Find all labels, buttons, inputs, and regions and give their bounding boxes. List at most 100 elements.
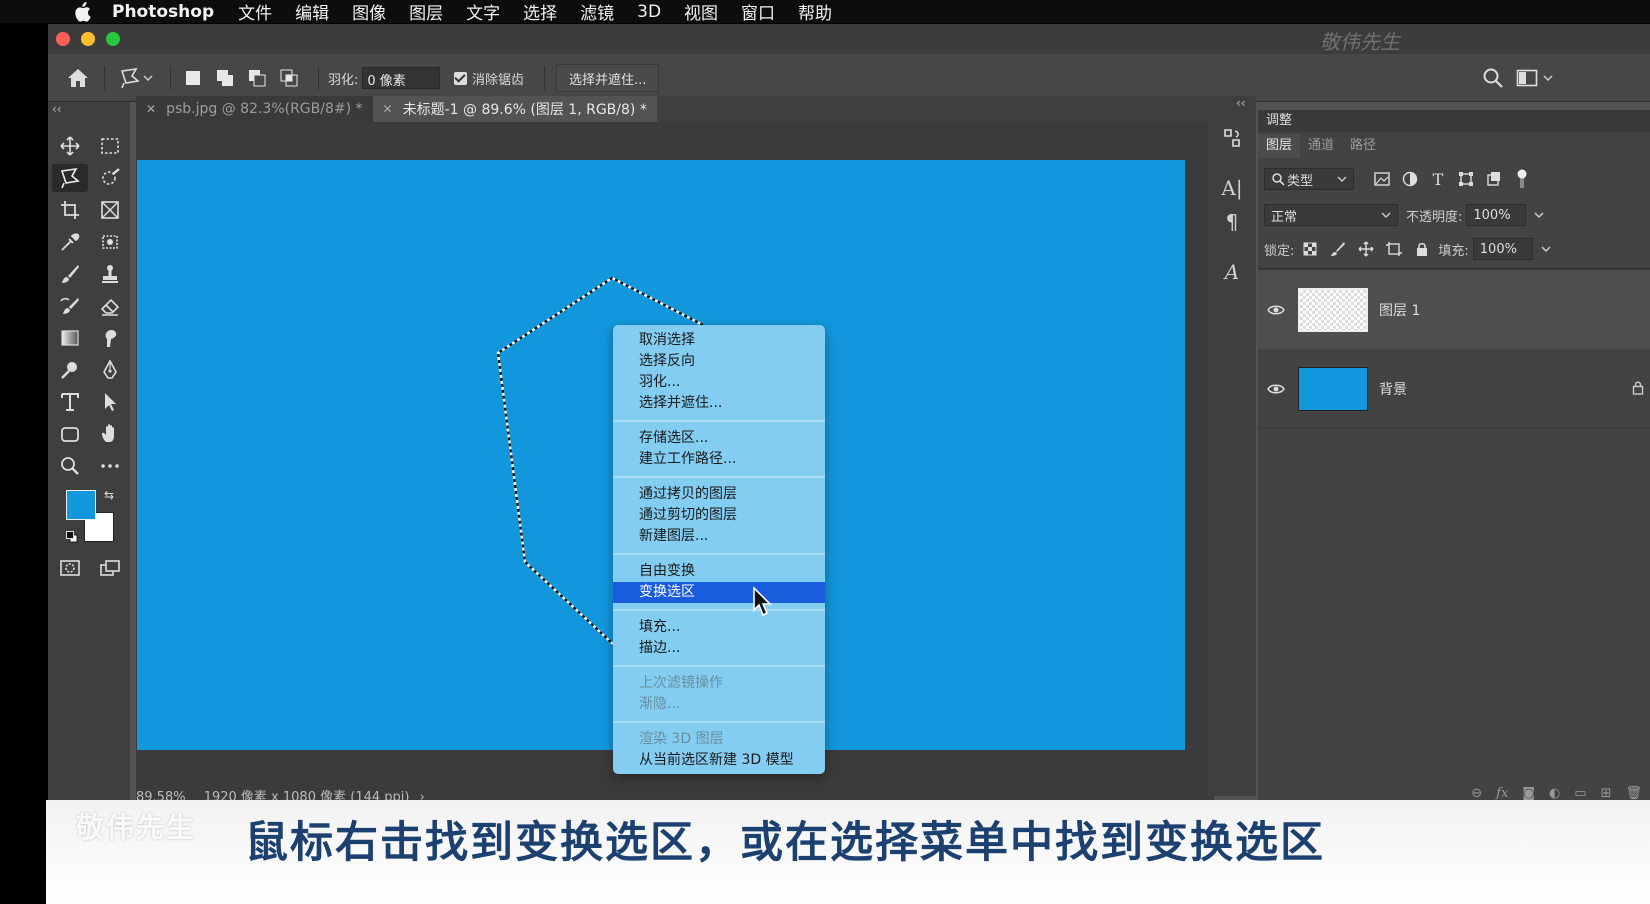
screen-mode-button[interactable] [92, 554, 128, 582]
new-selection-mode-button[interactable] [182, 67, 204, 89]
layer-thumbnail[interactable] [1298, 367, 1368, 411]
close-window-button[interactable] [56, 32, 70, 46]
visibility-eye-icon[interactable] [1258, 383, 1294, 395]
polygonal-lasso-tool[interactable] [52, 164, 88, 192]
close-tab-icon[interactable]: ✕ [383, 102, 393, 116]
add-mask-icon[interactable]: ◙ [1522, 786, 1535, 801]
swap-colors-icon[interactable]: ⇆ [104, 488, 114, 502]
collapse-toolbar-icon[interactable]: ‹‹ [52, 102, 62, 116]
path-selection-tool[interactable] [92, 388, 128, 416]
layer-thumbnail[interactable] [1298, 288, 1368, 332]
menu-item-fill[interactable]: 填充... [613, 617, 825, 638]
new-adjustment-icon[interactable]: ◐ [1549, 786, 1560, 801]
menu-item-save-selection[interactable]: 存储选区... [613, 428, 825, 449]
menu-filter[interactable]: 滤镜 [580, 0, 614, 24]
gradient-tool[interactable] [52, 324, 88, 352]
filter-adjustment-icon[interactable] [1400, 169, 1420, 189]
menu-edit[interactable]: 编辑 [295, 0, 329, 24]
rectangle-shape-tool[interactable] [52, 420, 88, 448]
menu-item-make-work-path[interactable]: 建立工作路径... [613, 449, 825, 470]
tab-untitled-1[interactable]: ✕ 未标题-1 @ 89.6% (图层 1, RGB/8) * [372, 96, 657, 122]
menu-item-new-3d-from-selection[interactable]: 从当前选区新建 3D 模型 [613, 750, 825, 771]
filter-shape-icon[interactable] [1456, 169, 1476, 189]
menu-file[interactable]: 文件 [238, 0, 272, 24]
type-tool[interactable] [52, 388, 88, 416]
layer-filter-select[interactable]: 类型 [1264, 168, 1354, 190]
menu-item-free-transform[interactable]: 自由变换 [613, 561, 825, 582]
filter-smart-object-icon[interactable] [1484, 169, 1504, 189]
smudge-tool[interactable] [92, 324, 128, 352]
pen-tool[interactable] [92, 356, 128, 384]
layer-row-layer-1[interactable]: 图层 1 [1258, 271, 1650, 349]
layer-name[interactable]: 图层 1 [1379, 300, 1420, 320]
adjustments-panel-header[interactable]: 调整 [1258, 110, 1650, 132]
menu-select[interactable]: 选择 [523, 0, 557, 24]
menu-image[interactable]: 图像 [352, 0, 386, 24]
menu-item-select-and-mask[interactable]: 选择并遮住... [613, 393, 825, 414]
filter-toggle-icon[interactable] [1512, 169, 1532, 189]
glyphs-panel-icon[interactable]: A [1220, 260, 1244, 284]
menu-item-layer-via-cut[interactable]: 通过剪切的图层 [613, 505, 825, 526]
filter-type-icon[interactable]: T [1428, 169, 1448, 189]
layer-lock-icon[interactable] [1632, 380, 1644, 399]
chevron-down-icon[interactable] [1532, 210, 1546, 220]
close-tab-icon[interactable]: ✕ [146, 102, 156, 116]
more-tools-button[interactable] [92, 452, 128, 480]
move-tool[interactable] [52, 132, 88, 160]
menu-help[interactable]: 帮助 [798, 0, 832, 24]
menu-item-transform-selection[interactable]: 变换选区 [613, 582, 825, 603]
history-panel-icon[interactable] [1220, 126, 1244, 150]
layer-row-background[interactable]: 背景 [1258, 350, 1650, 428]
antialias-checkbox[interactable]: 消除锯齿 [454, 54, 524, 102]
menu-view[interactable]: 视图 [684, 0, 718, 24]
eyedropper-tool[interactable] [52, 228, 88, 256]
foreground-color-swatch[interactable] [66, 490, 96, 520]
brush-tool[interactable] [52, 260, 88, 288]
layer-name[interactable]: 背景 [1379, 379, 1407, 399]
tab-paths[interactable]: 路径 [1342, 134, 1384, 158]
collapse-panels-icon[interactable]: ‹‹ [1236, 96, 1246, 110]
new-group-folder-icon[interactable]: ▭ [1574, 786, 1586, 801]
menu-layer[interactable]: 图层 [409, 0, 443, 24]
menu-item-deselect[interactable]: 取消选择 [613, 330, 825, 351]
menu-window[interactable]: 窗口 [741, 0, 775, 24]
opacity-input[interactable]: 100% [1466, 204, 1527, 226]
tab-layers[interactable]: 图层 [1258, 134, 1301, 158]
fill-input[interactable]: 100% [1472, 238, 1533, 260]
apple-icon[interactable] [72, 1, 92, 22]
lock-all-icon[interactable] [1412, 239, 1432, 259]
home-button[interactable] [66, 54, 90, 102]
lock-artboard-icon[interactable] [1384, 239, 1404, 259]
menu-item-select-inverse[interactable]: 选择反向 [613, 351, 825, 372]
new-layer-icon[interactable]: ⊞ [1601, 786, 1612, 801]
quick-mask-button[interactable] [52, 554, 88, 582]
workspace-switcher[interactable] [1516, 54, 1554, 102]
hand-tool[interactable] [92, 420, 128, 448]
lock-position-icon[interactable] [1356, 239, 1376, 259]
rectangular-marquee-tool[interactable] [92, 132, 128, 160]
lock-transparent-pixels-icon[interactable] [1300, 239, 1320, 259]
chevron-down-icon[interactable] [1539, 244, 1553, 254]
minimize-window-button[interactable] [81, 32, 95, 46]
crop-tool[interactable] [52, 196, 88, 224]
visibility-eye-icon[interactable] [1258, 304, 1294, 316]
eraser-tool[interactable] [92, 292, 128, 320]
feather-input[interactable]: 0 像素 [362, 67, 441, 89]
frame-tool[interactable] [92, 196, 128, 224]
dodge-tool[interactable] [52, 356, 88, 384]
subtract-selection-mode-button[interactable] [246, 67, 268, 89]
add-selection-mode-button[interactable] [214, 67, 236, 89]
maximize-window-button[interactable] [106, 32, 120, 46]
zoom-tool[interactable] [52, 452, 88, 480]
layer-style-fx-icon[interactable]: fx [1496, 786, 1508, 801]
menu-3d[interactable]: 3D [637, 2, 661, 22]
menu-app-photoshop[interactable]: Photoshop [112, 2, 214, 22]
select-and-mask-button[interactable]: 选择并遮住... [556, 64, 660, 92]
menu-item-feather[interactable]: 羽化... [613, 372, 825, 393]
quick-selection-tool[interactable] [92, 164, 128, 192]
lock-image-pixels-icon[interactable] [1328, 239, 1348, 259]
intersect-selection-mode-button[interactable] [278, 67, 300, 89]
paragraph-panel-icon[interactable]: ¶ [1220, 210, 1244, 234]
default-colors-icon[interactable] [66, 528, 78, 543]
history-brush-tool[interactable] [52, 292, 88, 320]
